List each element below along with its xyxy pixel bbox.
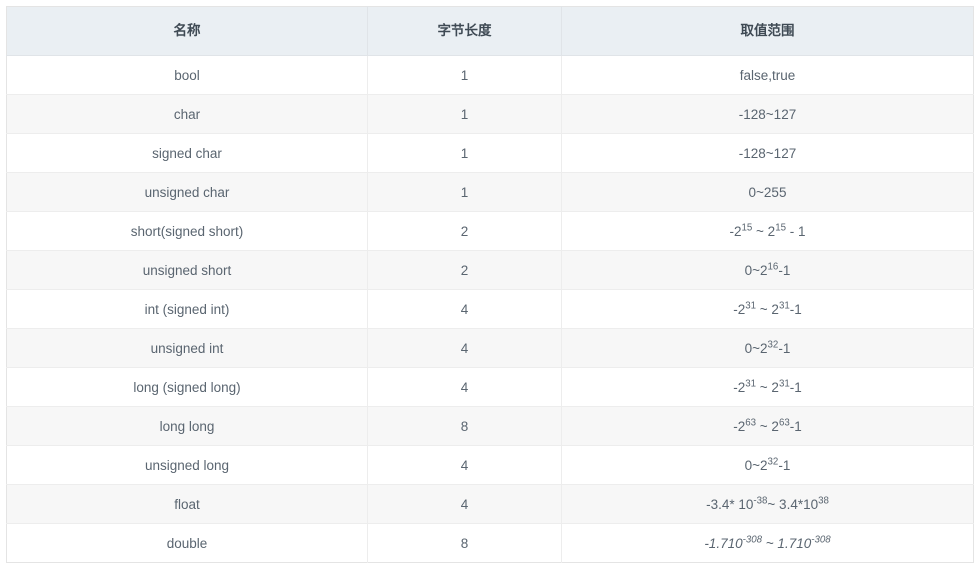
- cell-type-name: double: [6, 523, 368, 563]
- cell-value-range: 0~232-1: [561, 445, 974, 485]
- cell-type-name: long long: [6, 406, 368, 446]
- cell-type-name: signed char: [6, 133, 368, 173]
- cell-byte-length: 1: [367, 55, 562, 95]
- cell-byte-length: 8: [367, 523, 562, 563]
- cell-type-name: char: [6, 94, 368, 134]
- cell-type-name: bool: [6, 55, 368, 95]
- value-range-text: -128~127: [738, 106, 797, 122]
- cell-byte-length: 4: [367, 484, 562, 524]
- cell-value-range: 0~232-1: [561, 328, 974, 368]
- cell-value-range: -128~127: [561, 94, 974, 134]
- cell-value-range: 0~216-1: [561, 250, 974, 290]
- cell-value-range: -215 ~ 215 - 1: [561, 211, 974, 251]
- cell-byte-length: 4: [367, 289, 562, 329]
- cell-type-name: unsigned long: [6, 445, 368, 485]
- table-header-row: 名称 字节长度 取值范围: [6, 6, 974, 56]
- table-row: long long 8 -263 ~ 263-1: [6, 406, 974, 446]
- table-row: char 1 -128~127: [6, 94, 974, 134]
- c-data-types-table: 名称 字节长度 取值范围 bool 1 false,true char 1 -128~12…: [6, 6, 974, 563]
- cell-value-range: false,true: [561, 55, 974, 95]
- table-row: unsigned long 4 0~232-1: [6, 445, 974, 485]
- cell-type-name: unsigned char: [6, 172, 368, 212]
- value-range-text: 0~232-1: [744, 456, 791, 473]
- value-range-text: false,true: [739, 67, 796, 83]
- cell-value-range: -263 ~ 263-1: [561, 406, 974, 446]
- column-header-name: 名称: [6, 6, 368, 56]
- value-range-text: 0~216-1: [744, 261, 791, 278]
- cell-byte-length: 4: [367, 445, 562, 485]
- column-header-bytes: 字节长度: [367, 6, 562, 56]
- table-body: bool 1 false,true char 1 -128~127 signed char 1…: [6, 55, 974, 563]
- table-row: long (signed long) 4 -231 ~ 231-1: [6, 367, 974, 407]
- table-row: short(signed short) 2 -215 ~ 215 - 1: [6, 211, 974, 251]
- cell-type-name: unsigned int: [6, 328, 368, 368]
- table-row: unsigned int 4 0~232-1: [6, 328, 974, 368]
- table-row: signed char 1 -128~127: [6, 133, 974, 173]
- value-range-text: -128~127: [738, 145, 797, 161]
- cell-byte-length: 4: [367, 367, 562, 407]
- cell-type-name: short(signed short): [6, 211, 368, 251]
- cell-type-name: long (signed long): [6, 367, 368, 407]
- table-row: double 8 -1.710-308 ~ 1.710-308: [6, 523, 974, 563]
- cell-value-range: -128~127: [561, 133, 974, 173]
- cell-value-range: -1.710-308 ~ 1.710-308: [561, 523, 974, 563]
- value-range-text: -231 ~ 231-1: [733, 300, 802, 317]
- cell-type-name: int (signed int): [6, 289, 368, 329]
- table-row: unsigned char 1 0~255: [6, 172, 974, 212]
- value-range-text: -215 ~ 215 - 1: [729, 222, 806, 239]
- table-row: float 4 -3.4* 10-38~ 3.4*1038: [6, 484, 974, 524]
- table-container: 名称 字节长度 取值范围 bool 1 false,true char 1 -128~12…: [0, 0, 979, 571]
- column-header-range: 取值范围: [561, 6, 974, 56]
- cell-byte-length: 4: [367, 328, 562, 368]
- table-row: int (signed int) 4 -231 ~ 231-1: [6, 289, 974, 329]
- cell-type-name: unsigned short: [6, 250, 368, 290]
- cell-byte-length: 1: [367, 133, 562, 173]
- cell-byte-length: 1: [367, 172, 562, 212]
- value-range-text: -3.4* 10-38~ 3.4*1038: [706, 495, 829, 512]
- cell-byte-length: 1: [367, 94, 562, 134]
- value-range-text: -263 ~ 263-1: [733, 417, 802, 434]
- cell-byte-length: 2: [367, 250, 562, 290]
- cell-byte-length: 2: [367, 211, 562, 251]
- cell-value-range: 0~255: [561, 172, 974, 212]
- table-row: bool 1 false,true: [6, 55, 974, 95]
- table-header: 名称 字节长度 取值范围: [6, 6, 974, 56]
- cell-byte-length: 8: [367, 406, 562, 446]
- value-range-text: -231 ~ 231-1: [733, 378, 802, 395]
- value-range-text: 0~255: [748, 184, 787, 200]
- cell-value-range: -3.4* 10-38~ 3.4*1038: [561, 484, 974, 524]
- value-range-text: -1.710-308 ~ 1.710-308: [704, 534, 831, 551]
- table-row: unsigned short 2 0~216-1: [6, 250, 974, 290]
- value-range-text: 0~232-1: [744, 339, 791, 356]
- cell-type-name: float: [6, 484, 368, 524]
- cell-value-range: -231 ~ 231-1: [561, 289, 974, 329]
- cell-value-range: -231 ~ 231-1: [561, 367, 974, 407]
